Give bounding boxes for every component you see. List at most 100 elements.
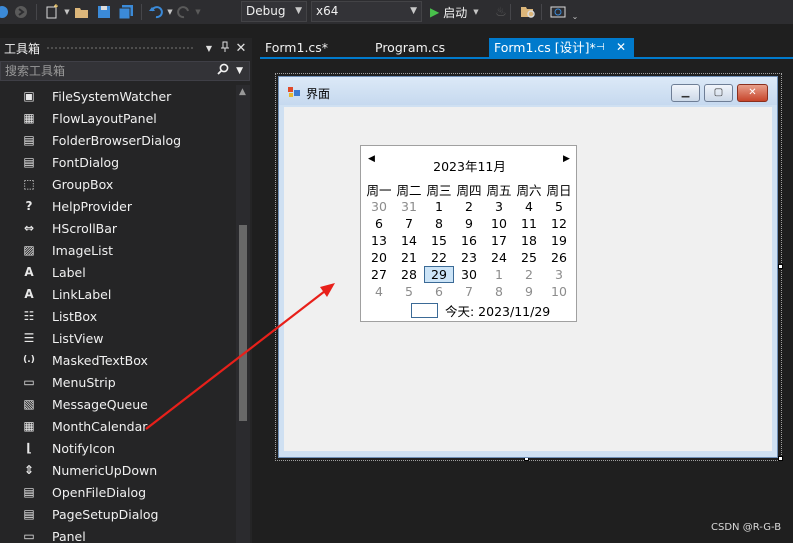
calendar-day[interactable]: 2: [514, 266, 544, 283]
close-button[interactable]: ✕: [737, 84, 768, 102]
calendar-day[interactable]: 9: [514, 283, 544, 300]
calendar-today-link[interactable]: 今天: 2023/11/29: [411, 301, 550, 320]
calendar-day[interactable]: 10: [544, 283, 574, 300]
calendar-day[interactable]: 1: [424, 198, 454, 215]
calendar-day[interactable]: 16: [454, 232, 484, 249]
calendar-day[interactable]: 28: [394, 266, 424, 283]
solution-platform-select[interactable]: x64 ▼: [311, 1, 422, 22]
toolbox-item-folderbrowserdialog[interactable]: ▤ FolderBrowserDialog: [0, 129, 236, 151]
tab-form1-cs[interactable]: Form1.cs*: [260, 38, 366, 58]
toolbox-search-input[interactable]: 搜索工具箱 ▼: [0, 61, 250, 81]
calendar-day[interactable]: 21: [394, 249, 424, 266]
tab-form1-designer[interactable]: Form1.cs [设计]* ⊣ ✕: [489, 38, 634, 58]
toolbox-item-openfiledialog[interactable]: ▤ OpenFileDialog: [0, 481, 236, 503]
calendar-day[interactable]: 24: [484, 249, 514, 266]
calendar-day[interactable]: 15: [424, 232, 454, 249]
close-icon[interactable]: ✕: [616, 38, 626, 57]
save-icon[interactable]: [93, 2, 115, 22]
calendar-day[interactable]: 26: [544, 249, 574, 266]
calendar-day[interactable]: 31: [394, 198, 424, 215]
calendar-day[interactable]: 9: [454, 215, 484, 232]
calendar-day[interactable]: 4: [514, 198, 544, 215]
calendar-day[interactable]: 7: [394, 215, 424, 232]
calendar-day[interactable]: 5: [544, 198, 574, 215]
calendar-day[interactable]: 23: [454, 249, 484, 266]
chevron-down-icon[interactable]: ▼: [194, 2, 202, 22]
pin-icon[interactable]: ⊣: [596, 38, 605, 57]
calendar-day[interactable]: 13: [364, 232, 394, 249]
calendar-day[interactable]: 3: [484, 198, 514, 215]
start-button[interactable]: ▶ 启动 ▼: [430, 2, 479, 22]
calendar-day[interactable]: 20: [364, 249, 394, 266]
toolbox-item-label[interactable]: A Label: [0, 261, 236, 283]
toolbox-item-hscrollbar[interactable]: ⇔ HScrollBar: [0, 217, 236, 239]
toolbox-item-maskedtextbox[interactable]: (.) MaskedTextBox: [0, 349, 236, 371]
toolbox-item-helpprovider[interactable]: ? HelpProvider: [0, 195, 236, 217]
hot-reload-icon[interactable]: ♨: [493, 2, 509, 22]
toolbox-item-flowlayoutpanel[interactable]: ▦ FlowLayoutPanel: [0, 107, 236, 129]
scroll-up-icon[interactable]: ▲: [239, 87, 246, 97]
toolbar-overflow-icon[interactable]: ⌄: [571, 6, 579, 26]
redo-icon[interactable]: [174, 2, 194, 22]
month-calendar[interactable]: ◀ ▶ 2023年11月 周一 周二 周三 周四 周五 周六 周日 30 31 1 2 3 4 5 6 7 8…: [360, 145, 577, 322]
maximize-button[interactable]: ▢: [704, 84, 733, 102]
calendar-day[interactable]: 8: [484, 283, 514, 300]
chevron-down-icon[interactable]: ▼: [166, 2, 174, 22]
calendar-day[interactable]: 30: [364, 198, 394, 215]
calendar-day[interactable]: 3: [544, 266, 574, 283]
resize-handle-corner[interactable]: [778, 456, 783, 461]
scrollbar-thumb[interactable]: [239, 225, 247, 421]
calendar-day[interactable]: 11: [514, 215, 544, 232]
calendar-day[interactable]: 2: [454, 198, 484, 215]
resize-handle-right[interactable]: [778, 264, 783, 269]
calendar-month-title[interactable]: 2023年11月: [361, 156, 578, 175]
calendar-day[interactable]: 7: [454, 283, 484, 300]
calendar-day[interactable]: 18: [514, 232, 544, 249]
find-in-files-icon[interactable]: [519, 2, 537, 22]
toolbox-item-menustrip[interactable]: ▭ MenuStrip: [0, 371, 236, 393]
calendar-day[interactable]: 27: [364, 266, 394, 283]
toolbox-item-listbox[interactable]: ☷ ListBox: [0, 305, 236, 327]
toolbox-item-filesystemwatcher[interactable]: ▣ FileSystemWatcher: [0, 85, 236, 107]
open-file-icon[interactable]: [71, 2, 93, 22]
calendar-day[interactable]: 10: [484, 215, 514, 232]
solution-configuration-select[interactable]: Debug ▼: [241, 1, 307, 22]
toolbox-item-messagequeue[interactable]: ▧ MessageQueue: [0, 393, 236, 415]
calendar-day[interactable]: 25: [514, 249, 544, 266]
calendar-day[interactable]: 17: [484, 232, 514, 249]
screenshot-icon[interactable]: [549, 2, 567, 22]
calendar-day[interactable]: 4: [364, 283, 394, 300]
toolbox-item-pagesetupdialog[interactable]: ▤ PageSetupDialog: [0, 503, 236, 525]
close-icon[interactable]: ✕: [233, 41, 249, 56]
calendar-day[interactable]: 5: [394, 283, 424, 300]
calendar-day[interactable]: 12: [544, 215, 574, 232]
calendar-day[interactable]: 1: [484, 266, 514, 283]
toolbox-item-linklabel[interactable]: A LinkLabel: [0, 283, 236, 305]
chevron-down-icon[interactable]: ▼: [201, 44, 217, 53]
toolbox-item-fontdialog[interactable]: ▤ FontDialog: [0, 151, 236, 173]
chevron-down-icon[interactable]: ▼: [236, 62, 243, 80]
pin-icon[interactable]: [217, 41, 233, 56]
new-project-icon[interactable]: [41, 2, 63, 22]
chevron-down-icon[interactable]: ▼: [63, 2, 71, 22]
toolbox-item-numericupdown[interactable]: ⇕ NumericUpDown: [0, 459, 236, 481]
back-icon[interactable]: [0, 2, 10, 22]
calendar-day[interactable]: 8: [424, 215, 454, 232]
panel-grip[interactable]: [46, 45, 195, 51]
forward-icon[interactable]: [10, 2, 32, 22]
calendar-day[interactable]: 19: [544, 232, 574, 249]
calendar-day-selected[interactable]: 29: [424, 266, 454, 283]
toolbox-item-notifyicon[interactable]: ⌊ NotifyIcon: [0, 437, 236, 459]
toolbox-item-groupbox[interactable]: ⬚ GroupBox: [0, 173, 236, 195]
toolbox-item-panel[interactable]: ▭ Panel: [0, 525, 236, 543]
search-icon[interactable]: [217, 62, 229, 80]
save-all-icon[interactable]: [115, 2, 137, 22]
tab-program-cs[interactable]: Program.cs: [370, 38, 482, 58]
toolbox-item-monthcalendar[interactable]: ▦ MonthCalendar: [0, 415, 236, 437]
calendar-day[interactable]: 14: [394, 232, 424, 249]
calendar-day[interactable]: 22: [424, 249, 454, 266]
toolbox-scrollbar[interactable]: ▲: [236, 85, 250, 543]
toolbox-item-imagelist[interactable]: ▨ ImageList: [0, 239, 236, 261]
calendar-day[interactable]: 30: [454, 266, 484, 283]
calendar-day[interactable]: 6: [424, 283, 454, 300]
